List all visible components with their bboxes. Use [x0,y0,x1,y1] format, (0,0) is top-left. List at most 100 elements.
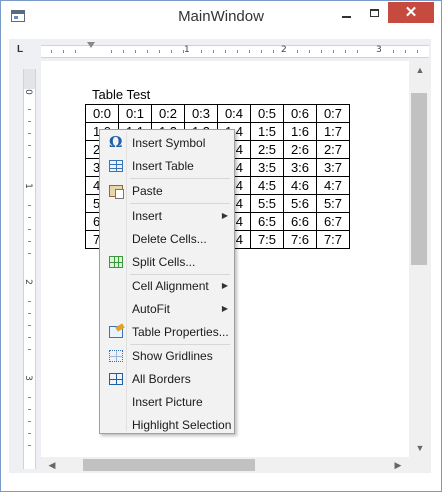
ruler-number: 1 [22,183,33,189]
ruler-tick [28,313,31,314]
table-cell[interactable]: 4:5 [250,176,284,195]
menu-item-delete-cells[interactable]: Delete Cells... [102,228,232,250]
maximize-button[interactable] [360,2,388,24]
table-cell[interactable]: 1:6 [283,122,317,141]
ruler-tick [147,50,148,53]
menu-item-autofit[interactable]: AutoFit ▶ [102,298,232,320]
table-cell[interactable]: 0:3 [184,104,218,123]
table-cell[interactable]: 0:0 [85,104,119,123]
table-cell[interactable]: 4:7 [316,176,350,195]
document-heading[interactable]: Table Test [92,87,150,102]
vertical-ruler[interactable]: 0 1 2 3 [23,69,36,469]
ruler-tick [159,50,160,53]
ruler-tick [225,50,226,53]
ruler-tick [28,121,31,122]
ruler-tick [28,205,31,206]
submenu-arrow-icon: ▶ [221,281,228,290]
menu-item-label: Insert Picture [132,395,203,409]
ruler-tick [28,133,31,134]
menu-item-highlight-selection[interactable]: Highlight Selection [102,414,232,436]
ruler-number: 0 [22,89,33,95]
ruler-tick [333,50,334,53]
ruler-tick [123,50,124,53]
ruler-tick [28,349,31,350]
menu-item-show-gridlines[interactable]: Show Gridlines [102,345,232,367]
table-cell[interactable]: 0:6 [283,104,317,123]
vertical-scroll-thumb[interactable] [411,93,427,265]
table-cell[interactable]: 7:6 [283,230,317,249]
scroll-right-arrow[interactable]: ▶ [393,460,403,470]
ruler-tick [63,50,64,53]
table-cell[interactable]: 0:7 [316,104,350,123]
table-cell[interactable]: 4:6 [283,176,317,195]
table-cell[interactable]: 0:2 [151,104,185,123]
ruler-tick [28,301,31,302]
table-cell[interactable]: 0:4 [217,104,251,123]
ruler-tick [213,50,214,53]
menu-item-cell-alignment[interactable]: Cell Alignment ▶ [102,275,232,297]
table-cell[interactable]: 1:5 [250,122,284,141]
horizontal-ruler[interactable]: 1 2 3 [41,42,429,58]
ruler-tick [28,397,31,398]
ruler-tick [28,421,31,422]
menu-item-insert-picture[interactable]: Insert Picture [102,391,232,413]
table-cell[interactable]: 5:7 [316,194,350,213]
close-button[interactable]: ✕ [388,2,434,23]
minimize-button[interactable] [332,2,360,24]
table-cell[interactable]: 6:7 [316,212,350,231]
table-cell[interactable]: 3:7 [316,158,350,177]
scroll-up-arrow[interactable]: ▲ [415,65,425,75]
menu-item-label: Show Gridlines [132,349,213,363]
menu-item-label: Insert [132,209,163,223]
horizontal-scroll-thumb[interactable] [83,459,255,471]
title-bar[interactable]: MainWindow ✕ [1,1,441,31]
ruler-tick [321,50,322,53]
ruler-tick [28,157,31,158]
context-menu: Ω Insert Symbol Insert Table Paste Inser… [99,129,235,434]
table-cell[interactable]: 5:6 [283,194,317,213]
table-cell[interactable]: 3:5 [250,158,284,177]
tab-stop-selector[interactable]: L [17,45,27,55]
first-line-indent-marker[interactable] [87,42,95,48]
table-cell[interactable]: 7:5 [250,230,284,249]
scroll-down-arrow[interactable]: ▼ [415,443,425,453]
main-window: MainWindow ✕ L 1 2 3 0 1 2 3 Table Test … [0,0,442,492]
table-row: 0:0 0:1 0:2 0:3 0:4 0:5 0:6 0:7 [85,104,350,123]
menu-item-label: Table Properties... [132,325,229,339]
menu-item-all-borders[interactable]: All Borders [102,368,232,390]
menu-item-label: Insert Symbol [132,136,206,150]
ruler-tick [237,50,238,53]
table-cell[interactable]: 2:5 [250,140,284,159]
table-cell[interactable]: 6:6 [283,212,317,231]
ruler-tick [28,337,31,338]
scroll-left-arrow[interactable]: ◀ [47,460,57,470]
ruler-tick [309,50,310,53]
horizontal-scrollbar[interactable]: ◀ ▶ [41,457,409,473]
ruler-tick [28,109,31,110]
table-cell[interactable]: 6:5 [250,212,284,231]
menu-item-paste[interactable]: Paste [102,180,232,202]
ruler-tick [28,325,31,326]
table-cell[interactable]: 0:5 [250,104,284,123]
ruler-tick [297,50,298,53]
ruler-tick [201,50,202,53]
ruler-tick [28,253,31,254]
menu-item-split-cells[interactable]: Split Cells... [102,251,232,273]
table-cell[interactable]: 5:5 [250,194,284,213]
menu-item-label: Paste [132,184,163,198]
vertical-scrollbar[interactable]: ▲ ▼ [409,61,431,457]
ruler-tick [345,50,346,53]
split-cells-icon [109,256,123,268]
table-cell[interactable]: 2:7 [316,140,350,159]
menu-item-insert[interactable]: Insert ▶ [102,205,232,227]
table-cell[interactable]: 0:1 [118,104,152,123]
table-cell[interactable]: 2:6 [283,140,317,159]
table-cell[interactable]: 7:7 [316,230,350,249]
table-cell[interactable]: 1:7 [316,122,350,141]
menu-item-label: Cell Alignment [132,279,209,293]
menu-item-insert-table[interactable]: Insert Table [102,155,232,177]
menu-item-insert-symbol[interactable]: Ω Insert Symbol [102,132,232,154]
menu-item-table-properties[interactable]: Table Properties... [102,321,232,343]
table-cell[interactable]: 3:6 [283,158,317,177]
menu-item-label: All Borders [132,372,191,386]
